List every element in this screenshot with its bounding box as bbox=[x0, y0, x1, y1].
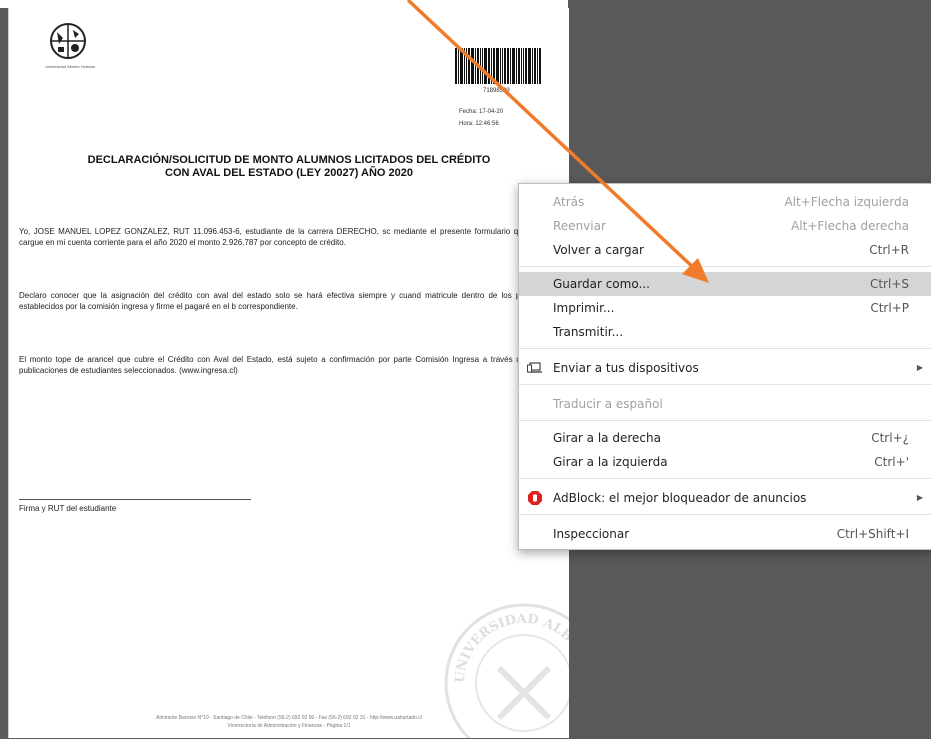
barcode-bar bbox=[532, 48, 533, 84]
barcode-bar bbox=[502, 48, 503, 84]
barcode-bar bbox=[480, 48, 481, 84]
menu-item-save-as[interactable]: Guardar como... Ctrl+S bbox=[519, 272, 931, 296]
menu-item-reload[interactable]: Volver a cargar Ctrl+R bbox=[519, 238, 931, 262]
pdf-page: Universidad Alberto Hurtado 71898509 Fec… bbox=[8, 8, 569, 738]
menu-separator bbox=[519, 348, 931, 349]
university-logo bbox=[50, 23, 86, 59]
menu-item-label: Atrás bbox=[553, 195, 585, 209]
menu-separator bbox=[519, 384, 931, 385]
menu-item-shortcut: Alt+Flecha derecha bbox=[791, 219, 909, 233]
viewer-top-strip bbox=[0, 0, 568, 8]
menu-item-translate[interactable]: Traducir a español bbox=[519, 392, 931, 416]
menu-item-shortcut: Ctrl+' bbox=[874, 455, 909, 469]
barcode-bar bbox=[468, 48, 470, 84]
document-date: Fecha: 17-04-20 bbox=[459, 109, 504, 115]
barcode-bar bbox=[504, 48, 506, 84]
menu-item-label: Guardar como... bbox=[553, 277, 650, 291]
menu-separator bbox=[519, 514, 931, 515]
paragraph-arancel: El monto tope de arancel que cubre el Cr… bbox=[19, 355, 539, 375]
menu-item-rotate-left[interactable]: Girar a la izquierda Ctrl+' bbox=[519, 450, 931, 474]
submenu-arrow-icon: ▶ bbox=[916, 493, 923, 502]
menu-item-label: Transmitir... bbox=[553, 325, 624, 339]
barcode-bar bbox=[523, 48, 524, 84]
signature-label: Firma y RUT del estudiante bbox=[19, 504, 117, 513]
barcode-bar bbox=[484, 48, 487, 84]
document-title-line1: DECLARACIÓN/SOLICITUD DE MONTO ALUMNOS L… bbox=[87, 154, 491, 166]
menu-item-send-to-devices[interactable]: Enviar a tus dispositivos ▶ bbox=[519, 356, 931, 380]
barcode-number: 71898509 bbox=[483, 88, 510, 94]
menu-item-label: Girar a la izquierda bbox=[553, 455, 668, 469]
document-time: Hora: 12:46:56 bbox=[459, 121, 499, 127]
barcode-bar bbox=[518, 48, 520, 84]
menu-item-shortcut: Alt+Flecha izquierda bbox=[784, 195, 909, 209]
menu-item-label: Enviar a tus dispositivos bbox=[553, 361, 699, 375]
barcode-bar bbox=[455, 48, 457, 84]
footer-address: Almirante Barroso N°10 - Santiago de Chi… bbox=[156, 715, 422, 721]
barcode-bar bbox=[507, 48, 509, 84]
barcode-bar bbox=[482, 48, 483, 84]
submenu-arrow-icon: ▶ bbox=[916, 363, 923, 372]
logo-caption: Universidad Alberto Hurtado bbox=[44, 64, 96, 69]
barcode-bar bbox=[537, 48, 538, 84]
menu-item-label: Volver a cargar bbox=[553, 243, 644, 257]
menu-item-cast[interactable]: Transmitir... bbox=[519, 320, 931, 344]
barcode-bar bbox=[539, 48, 541, 84]
barcode-bar bbox=[477, 48, 479, 84]
menu-item-forward[interactable]: Reenviar Alt+Flecha derecha bbox=[519, 214, 931, 238]
footer-page: Vicerrectoría de Administración y Finanz… bbox=[227, 723, 351, 729]
barcode-bar bbox=[493, 48, 495, 84]
barcode-bar bbox=[475, 48, 476, 84]
document-title: DECLARACIÓN/SOLICITUD DE MONTO ALUMNOS L… bbox=[49, 154, 529, 180]
menu-item-label: Inspeccionar bbox=[553, 527, 630, 541]
document-title-line2: CON AVAL DEL ESTADO (LEY 20027) AÑO 2020 bbox=[165, 167, 413, 179]
menu-item-label: Imprimir... bbox=[553, 301, 615, 315]
paragraph-declaration: Yo, JOSE MANUEL LOPEZ GONZALEZ, RUT 11.0… bbox=[19, 227, 539, 247]
menu-separator bbox=[519, 420, 931, 421]
barcode-bar bbox=[496, 48, 499, 84]
barcode-bar bbox=[512, 48, 515, 84]
menu-item-print[interactable]: Imprimir... Ctrl+P bbox=[519, 296, 931, 320]
barcode-bar bbox=[466, 48, 467, 84]
barcode-bar bbox=[488, 48, 490, 84]
laptop-icon bbox=[527, 362, 542, 373]
barcode-bar bbox=[491, 48, 492, 84]
barcode-bar bbox=[460, 48, 463, 84]
barcode-bar bbox=[464, 48, 465, 84]
menu-item-label: Traducir a español bbox=[553, 397, 663, 411]
barcode-bar bbox=[471, 48, 474, 84]
menu-item-shortcut: Ctrl+R bbox=[869, 243, 909, 257]
barcode-bar bbox=[528, 48, 531, 84]
paragraph-conditions: Declaro conocer que la asignación del cr… bbox=[19, 291, 539, 311]
menu-item-shortcut: Ctrl+¿ bbox=[871, 431, 909, 445]
menu-separator bbox=[519, 266, 931, 267]
barcode-bar bbox=[521, 48, 522, 84]
menu-item-rotate-right[interactable]: Girar a la derecha Ctrl+¿ bbox=[519, 426, 931, 450]
menu-separator bbox=[519, 478, 931, 479]
barcode-bar bbox=[500, 48, 501, 84]
document-meta: Fecha: 17-04-20 Hora: 12:46:56 bbox=[459, 106, 503, 130]
barcode-bar bbox=[516, 48, 517, 84]
menu-item-shortcut: Ctrl+P bbox=[870, 301, 909, 315]
barcode-bar bbox=[525, 48, 527, 84]
barcode bbox=[455, 48, 547, 84]
menu-item-inspect[interactable]: Inspeccionar Ctrl+Shift+I bbox=[519, 522, 931, 546]
menu-item-adblock[interactable]: AdBlock: el mejor bloqueador de anuncios… bbox=[519, 486, 931, 510]
menu-item-back[interactable]: Atrás Alt+Flecha izquierda bbox=[519, 190, 931, 214]
barcode-bar bbox=[510, 48, 511, 84]
document-footer: Almirante Barroso N°10 - Santiago de Chi… bbox=[69, 714, 509, 730]
barcode-bar bbox=[534, 48, 536, 84]
menu-item-label: Girar a la derecha bbox=[553, 431, 661, 445]
signature-line bbox=[19, 499, 251, 500]
menu-item-shortcut: Ctrl+S bbox=[869, 277, 909, 291]
adblock-icon bbox=[528, 491, 542, 505]
context-menu: Atrás Alt+Flecha izquierda Reenviar Alt+… bbox=[518, 183, 931, 550]
menu-item-label: AdBlock: el mejor bloqueador de anuncios bbox=[553, 491, 807, 505]
barcode-bar bbox=[458, 48, 459, 84]
menu-item-label: Reenviar bbox=[553, 219, 606, 233]
menu-item-shortcut: Ctrl+Shift+I bbox=[836, 527, 909, 541]
